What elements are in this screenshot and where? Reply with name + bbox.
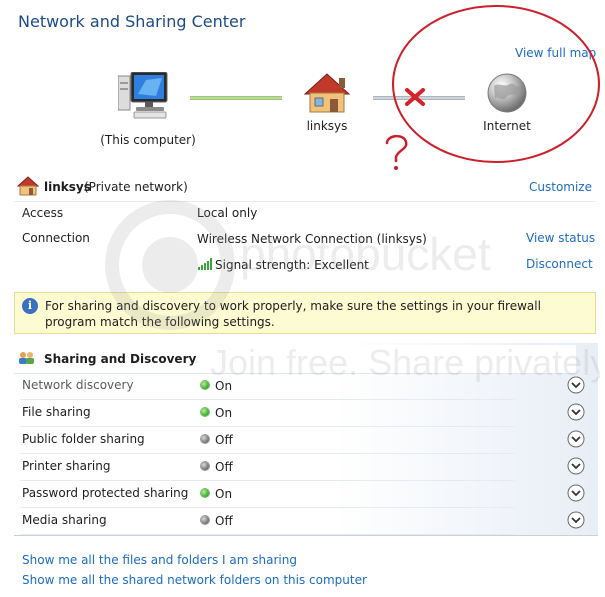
computer-icon	[118, 72, 168, 119]
house-small-icon	[17, 176, 39, 196]
sharing-row-label: Media sharing	[22, 513, 107, 527]
expand-chevron-icon[interactable]	[567, 511, 585, 529]
expand-chevron-icon[interactable]	[567, 457, 585, 475]
status-off-icon	[201, 462, 209, 470]
signal-strength-text: Signal strength: Excellent	[215, 258, 369, 272]
sharing-row-state: Off	[215, 460, 233, 474]
status-off-icon	[201, 435, 209, 443]
computer-label: (This computer)	[100, 133, 196, 147]
expand-chevron-icon[interactable]	[567, 403, 585, 421]
connection-line-ok	[190, 96, 282, 100]
sharing-people-icon	[19, 352, 34, 364]
sharing-row[interactable]: Network discovery On	[14, 373, 598, 400]
sharing-row[interactable]: Printer sharing Off	[14, 454, 598, 481]
sharing-row-state: On	[215, 487, 233, 501]
access-label: Access	[22, 206, 64, 220]
access-value: Local only	[197, 206, 258, 220]
house-icon[interactable]	[303, 72, 351, 114]
sharing-discovery-title: Sharing and Discovery	[44, 352, 197, 366]
sharing-row-state: On	[215, 379, 233, 393]
signal-strength-icon	[198, 258, 212, 270]
sharing-row-label: Printer sharing	[22, 459, 111, 473]
sharing-row-label: File sharing	[22, 405, 91, 419]
show-shared-files-link[interactable]: Show me all the files and folders I am s…	[22, 553, 297, 567]
sharing-row-label: Network discovery	[22, 378, 134, 392]
view-status-link[interactable]: View status	[526, 231, 595, 245]
customize-link[interactable]: Customize	[529, 180, 592, 194]
expand-chevron-icon[interactable]	[567, 430, 585, 448]
sharing-row-state: Off	[215, 514, 233, 528]
sharing-row[interactable]: Media sharing Off	[14, 508, 598, 535]
status-on-icon	[201, 381, 209, 389]
sharing-row[interactable]: File sharing On	[14, 400, 598, 427]
status-on-icon	[201, 489, 209, 497]
connection-value: Wireless Network Connection (linksys)	[197, 232, 427, 246]
router-label: linksys	[306, 119, 348, 133]
annotation-question-mark	[385, 134, 408, 170]
disconnect-link[interactable]: Disconnect	[526, 257, 593, 271]
sharing-row-label: Public folder sharing	[22, 432, 145, 446]
sharing-row-state: On	[215, 406, 233, 420]
sharing-row[interactable]: Public folder sharing Off	[14, 427, 598, 454]
sharing-panel-divider	[14, 535, 598, 536]
sharing-row-state: Off	[215, 433, 233, 447]
page-title: Network and Sharing Center	[18, 12, 246, 31]
sharing-row-label: Password protected sharing	[22, 486, 189, 500]
expand-chevron-icon[interactable]	[567, 484, 585, 502]
status-off-icon	[201, 516, 209, 524]
info-icon: i	[22, 298, 38, 314]
expand-chevron-icon[interactable]	[567, 376, 585, 394]
sharing-row[interactable]: Password protected sharing On	[14, 481, 598, 508]
show-shared-folders-link[interactable]: Show me all the shared network folders o…	[22, 573, 367, 587]
status-on-icon	[201, 408, 209, 416]
network-type: (Private network)	[84, 180, 188, 194]
firewall-info-text: For sharing and discovery to work proper…	[45, 299, 541, 329]
connection-label: Connection	[22, 231, 90, 245]
annotation-circle	[392, 5, 600, 163]
